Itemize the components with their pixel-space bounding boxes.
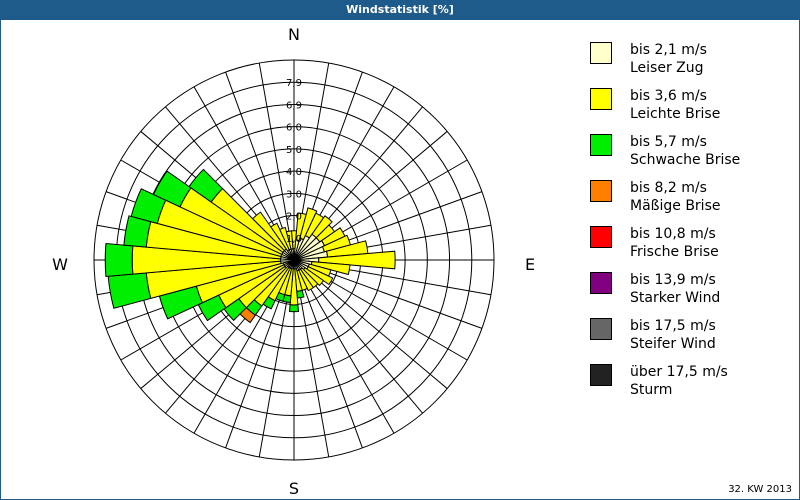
legend-speed: bis 2,1 m/s [630,42,707,58]
legend-item: bis 2,1 m/s Leiser Zug [588,40,788,86]
legend-swatch [590,180,612,202]
legend-description: Frische Brise [630,244,719,260]
wind-petal [296,289,305,299]
legend-swatch [590,364,612,386]
legend-description: Sturm [630,382,673,398]
compass-label-e: E [525,255,535,274]
compass-label-w: W [52,255,68,274]
legend-swatch [590,134,612,156]
week-label: 32. KW 2013 [728,484,792,495]
legend-item: über 17,5 m/s Sturm [588,362,788,408]
radial-tick-label: 6,0 [286,123,302,134]
radial-tick-label: 3,0 [286,189,302,200]
legend-speed: bis 13,9 m/s [630,272,716,288]
radial-tick-label: 5,0 [286,145,302,156]
legend-label: bis 8,2 m/s Mäßige Brise [630,179,720,215]
legend-speed: bis 3,6 m/s [630,88,707,104]
legend-swatch [590,88,612,110]
legend-item: bis 13,9 m/s Starker Wind [588,270,788,316]
legend-speed: bis 17,5 m/s [630,318,716,334]
legend-label: bis 5,7 m/s Schwache Brise [630,133,740,169]
legend-label: bis 13,9 m/s Starker Wind [630,271,720,307]
legend-description: Mäßige Brise [630,198,721,214]
legend-swatch [590,318,612,340]
legend: bis 2,1 m/s Leiser Zug bis 3,6 m/s Leichte … [588,40,788,408]
legend-description: Steifer Wind [630,336,716,352]
legend-speed: bis 8,2 m/s [630,180,707,196]
compass-label-n: N [288,25,300,44]
legend-label: bis 3,6 m/s Leichte Brise [630,87,720,123]
legend-description: Schwache Brise [630,152,741,168]
legend-label: bis 10,8 m/s Frische Brise [630,225,719,261]
legend-swatch [590,272,612,294]
compass-label-s: S [289,479,299,498]
legend-item: bis 17,5 m/s Steifer Wind [588,316,788,362]
legend-label: über 17,5 m/s Sturm [630,363,728,399]
legend-description: Starker Wind [630,290,721,306]
radial-tick-label: 6,9 [286,100,302,111]
chart-title: Windstatistik [%] [0,0,800,20]
legend-item: bis 5,7 m/s Schwache Brise [588,132,788,178]
wind-petal [104,243,134,277]
legend-speed: bis 10,8 m/s [630,226,716,242]
legend-description: Leiser Zug [630,60,704,76]
legend-swatch [590,42,612,64]
radial-tick-label: 4,0 [286,167,302,178]
wind-rose-plot: 1,0 2,0 3,0 4,0 5,0 6,0 6,9 7,9 N E S W [52,25,535,498]
legend-speed: bis 5,7 m/s [630,134,707,150]
radial-tick-label: 2,0 [286,212,302,223]
legend-description: Leichte Brise [630,106,721,122]
legend-item: bis 3,6 m/s Leichte Brise [588,86,788,132]
legend-item: bis 10,8 m/s Frische Brise [588,224,788,270]
legend-speed: über 17,5 m/s [630,364,728,380]
legend-swatch [590,226,612,248]
legend-label: bis 17,5 m/s Steifer Wind [630,317,716,353]
wind-petal [288,304,300,313]
radial-tick-label: 7,9 [286,78,302,89]
legend-label: bis 2,1 m/s Leiser Zug [630,41,707,77]
legend-item: bis 8,2 m/s Mäßige Brise [588,178,788,224]
radial-tick-label: 1,0 [286,234,302,245]
